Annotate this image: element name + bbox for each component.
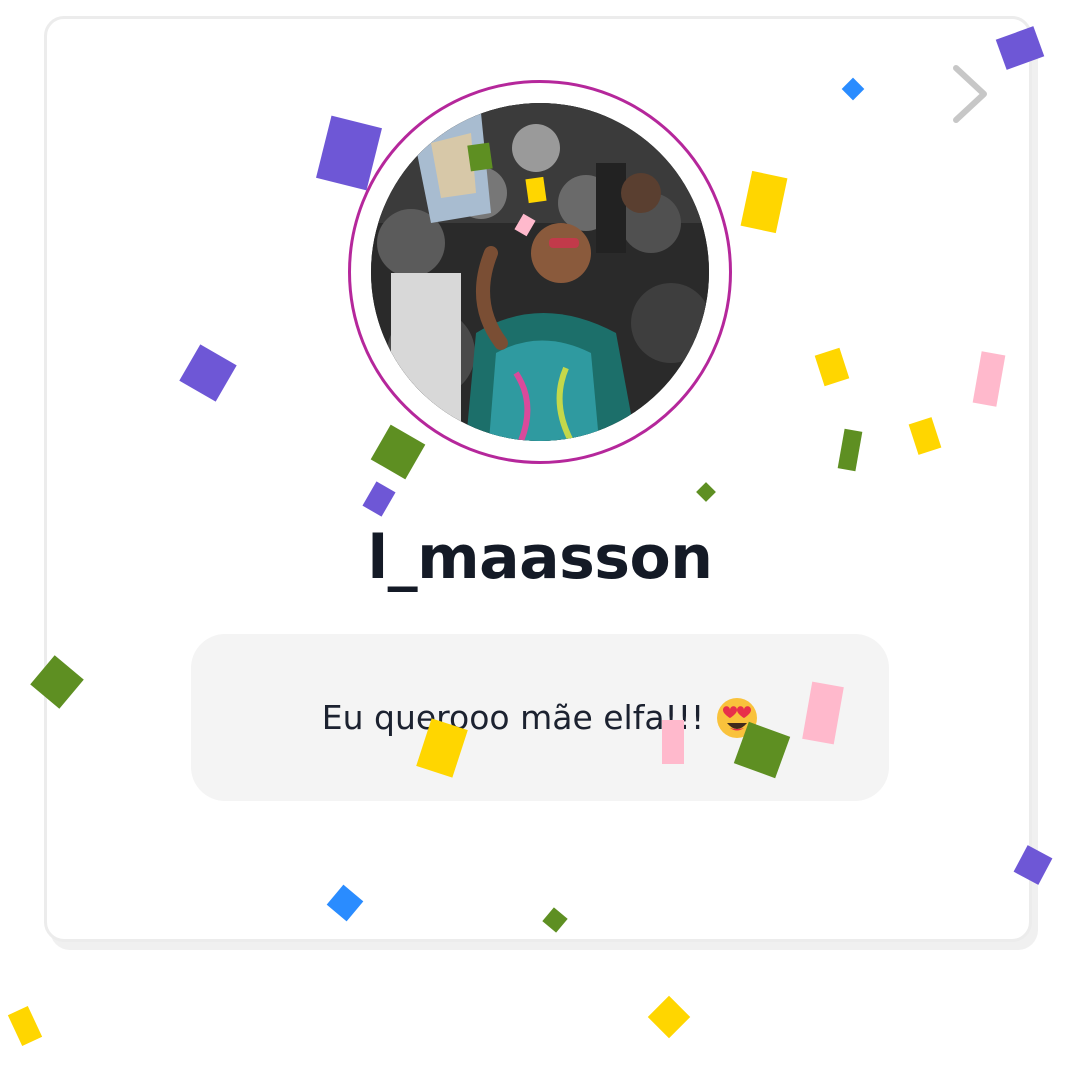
avatar[interactable] — [371, 103, 709, 441]
comment-bubble: Eu querooo mãe elfa!!! — [191, 634, 889, 801]
confetti-piece — [7, 1005, 43, 1047]
chevron-right-icon — [953, 65, 987, 123]
heart-eyes-emoji-icon — [717, 697, 758, 738]
celebration-stage: l_maasson Eu querooo mãe elfa!!! — [0, 0, 1080, 1080]
avatar-photo — [371, 103, 709, 441]
comment-text: Eu querooo mãe elfa!!! — [321, 698, 705, 737]
confetti-piece — [647, 995, 691, 1039]
next-button[interactable] — [946, 62, 994, 126]
username[interactable]: l_maasson — [0, 520, 1080, 596]
